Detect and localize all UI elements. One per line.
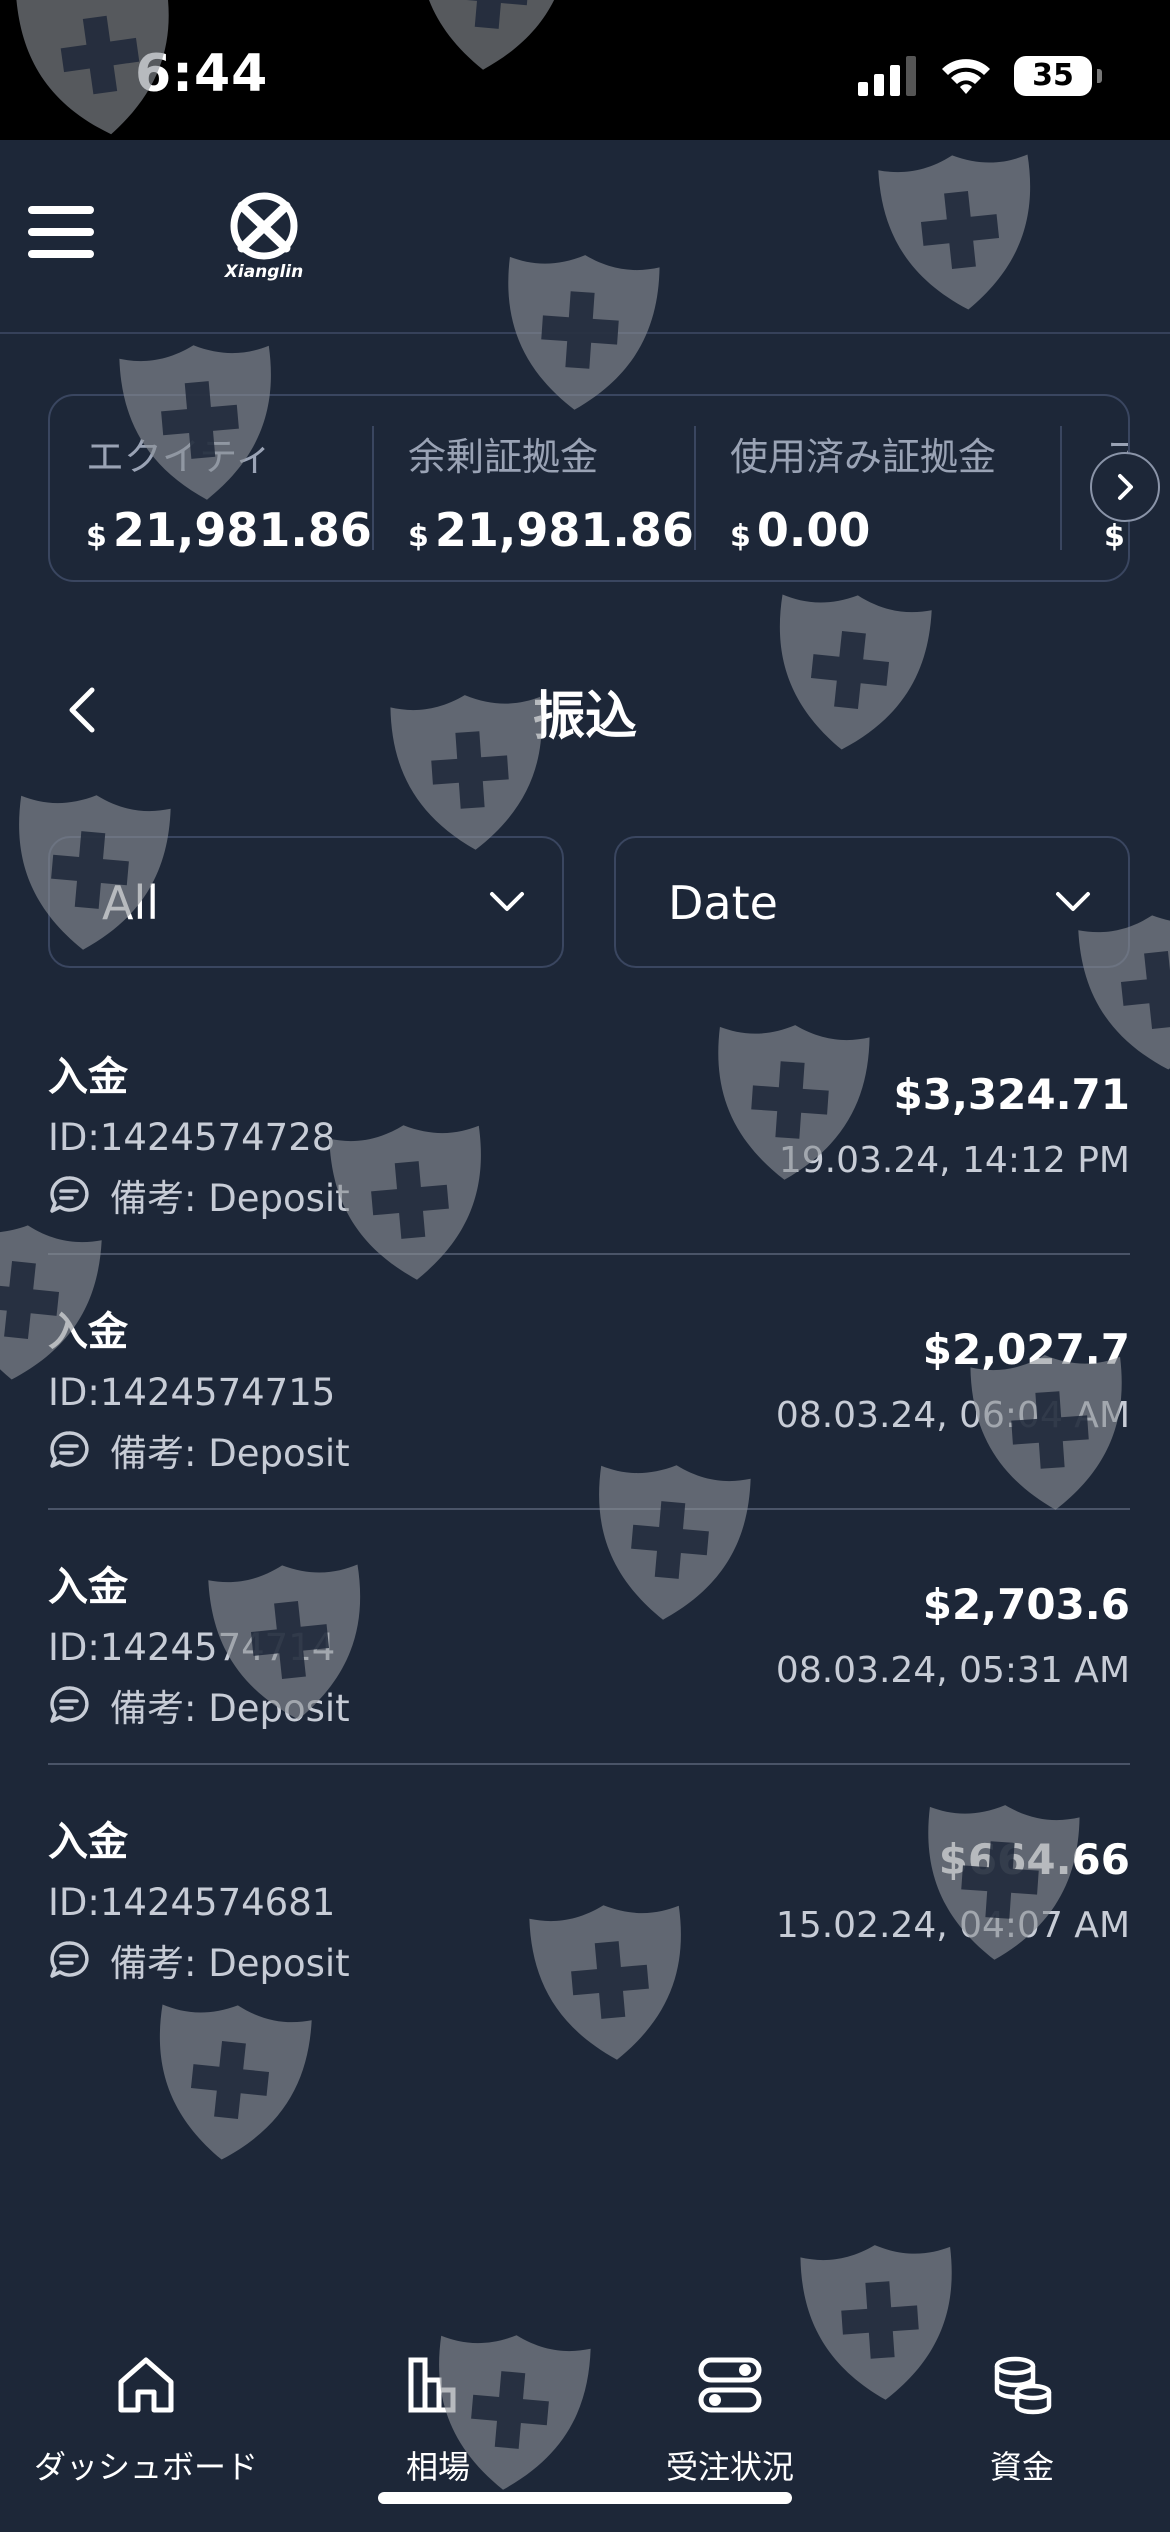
metric-value: $0.00 [730, 503, 871, 557]
metric-divider [694, 426, 696, 550]
tab-label: 相場 [405, 2448, 470, 2486]
list-item[interactable]: 入金 ID:1424574728 備考: Deposit $3,324.71 1… [48, 1000, 1130, 1255]
metric-divider [1060, 426, 1062, 550]
metric-value: $21,981.86 [408, 503, 694, 557]
transaction-id: ID:1424574714 [48, 1626, 336, 1669]
type-filter-value: All [102, 876, 160, 930]
transaction-note-text: 備考: Deposit [110, 1942, 350, 1985]
hamburger-menu-icon[interactable] [28, 206, 94, 262]
transaction-date: 15.02.24, 04:07 AM [775, 1905, 1130, 1946]
transaction-amount: $3,324.71 [893, 1070, 1130, 1119]
transaction-id: ID:1424574715 [48, 1371, 336, 1414]
metric-label: 余剰証拠金 [408, 435, 599, 479]
shield-watermark-icon [146, 1997, 313, 2168]
app-logo: Xianglin [216, 192, 312, 288]
logo-text: Xianglin [224, 262, 304, 282]
metric-free-margin: 余剰証拠金 $21,981.86 [408, 426, 694, 557]
bar-chart-icon [408, 2357, 456, 2413]
battery-indicator: 35 [1014, 56, 1102, 96]
transaction-type: 入金 [48, 1309, 128, 1355]
transaction-list: 入金 ID:1424574728 備考: Deposit $3,324.71 1… [48, 1000, 1130, 2020]
app-header: Xianglin [0, 140, 1170, 334]
status-time: 6:44 [135, 44, 269, 104]
transaction-type: 入金 [48, 1564, 128, 1610]
transaction-note: 備考: Deposit [48, 1678, 350, 1732]
list-item[interactable]: 入金 ID:1424574681 備考: Deposit $664.66 15.… [48, 1765, 1130, 2020]
comment-icon [50, 1941, 89, 1978]
transaction-date: 08.03.24, 06:04 AM [775, 1395, 1130, 1436]
transaction-note: 備考: Deposit [48, 1168, 350, 1222]
status-icons: 35 [858, 52, 1102, 100]
transaction-type: 入金 [48, 1054, 128, 1100]
home-indicator [378, 2492, 792, 2504]
comment-icon [50, 1686, 89, 1723]
metric-used-margin: 使用済み証拠金 $0.00 [730, 426, 997, 557]
account-summary-card: エクイティ $21,981.86 余剰証拠金 $21,981.86 使用済み証拠… [48, 394, 1130, 582]
transaction-date: 08.03.24, 05:31 AM [775, 1650, 1130, 1691]
tab-label: 資金 [989, 2448, 1054, 2486]
transaction-note-text: 備考: Deposit [110, 1177, 350, 1220]
transaction-note-text: 備考: Deposit [110, 1687, 350, 1730]
transaction-type: 入金 [48, 1819, 128, 1865]
metric-value: $21,981.86 [86, 503, 372, 557]
transaction-id: ID:1424574728 [48, 1116, 336, 1159]
page-header: 振込 [0, 660, 1170, 760]
chevron-down-icon [1056, 892, 1090, 911]
date-filter-select[interactable]: Date [614, 836, 1130, 968]
transaction-amount: $664.66 [938, 1835, 1130, 1884]
comment-icon [50, 1176, 89, 1213]
transaction-id: ID:1424574681 [48, 1881, 336, 1924]
tab-funds[interactable]: 資金 [876, 2350, 1168, 2488]
status-bar: 6:44 35 [0, 0, 1170, 140]
page-title: 振込 [532, 687, 637, 747]
metric-divider [372, 426, 374, 550]
transaction-note-text: 備考: Deposit [110, 1432, 350, 1475]
metric-equity: エクイティ $21,981.86 [86, 426, 372, 557]
chevron-down-icon [490, 892, 524, 911]
home-icon [118, 2357, 174, 2413]
tab-label: ダッシュボード [33, 2448, 258, 2486]
comment-icon [50, 1431, 89, 1468]
coins-icon [994, 2356, 1052, 2415]
metric-label: エクイティ [86, 435, 273, 479]
tab-orders[interactable]: 受注状況 [584, 2350, 876, 2488]
type-filter-select[interactable]: All [48, 836, 564, 968]
logo-mark-icon [230, 192, 298, 260]
chevron-right-icon[interactable] [1090, 452, 1160, 522]
date-filter-value: Date [668, 876, 778, 930]
tab-dashboard[interactable]: ダッシュボード [0, 2350, 292, 2488]
transaction-note: 備考: Deposit [48, 1423, 350, 1477]
transaction-amount: $2,027.7 [922, 1325, 1130, 1374]
tab-label: 受注状況 [665, 2448, 794, 2486]
transaction-note: 備考: Deposit [48, 1933, 350, 1987]
tab-market[interactable]: 相場 [292, 2350, 584, 2488]
transaction-amount: $2,703.6 [922, 1580, 1130, 1629]
cellular-signal-icon [858, 56, 916, 96]
metric-label: 使用済み証拠金 [730, 435, 997, 479]
list-item[interactable]: 入金 ID:1424574715 備考: Deposit $2,027.7 08… [48, 1255, 1130, 1510]
list-item[interactable]: 入金 ID:1424574714 備考: Deposit $2,703.6 08… [48, 1510, 1130, 1765]
transaction-date: 19.03.24, 14:12 PM [778, 1140, 1130, 1181]
toggles-icon [698, 2357, 762, 2413]
wifi-icon [942, 59, 990, 94]
